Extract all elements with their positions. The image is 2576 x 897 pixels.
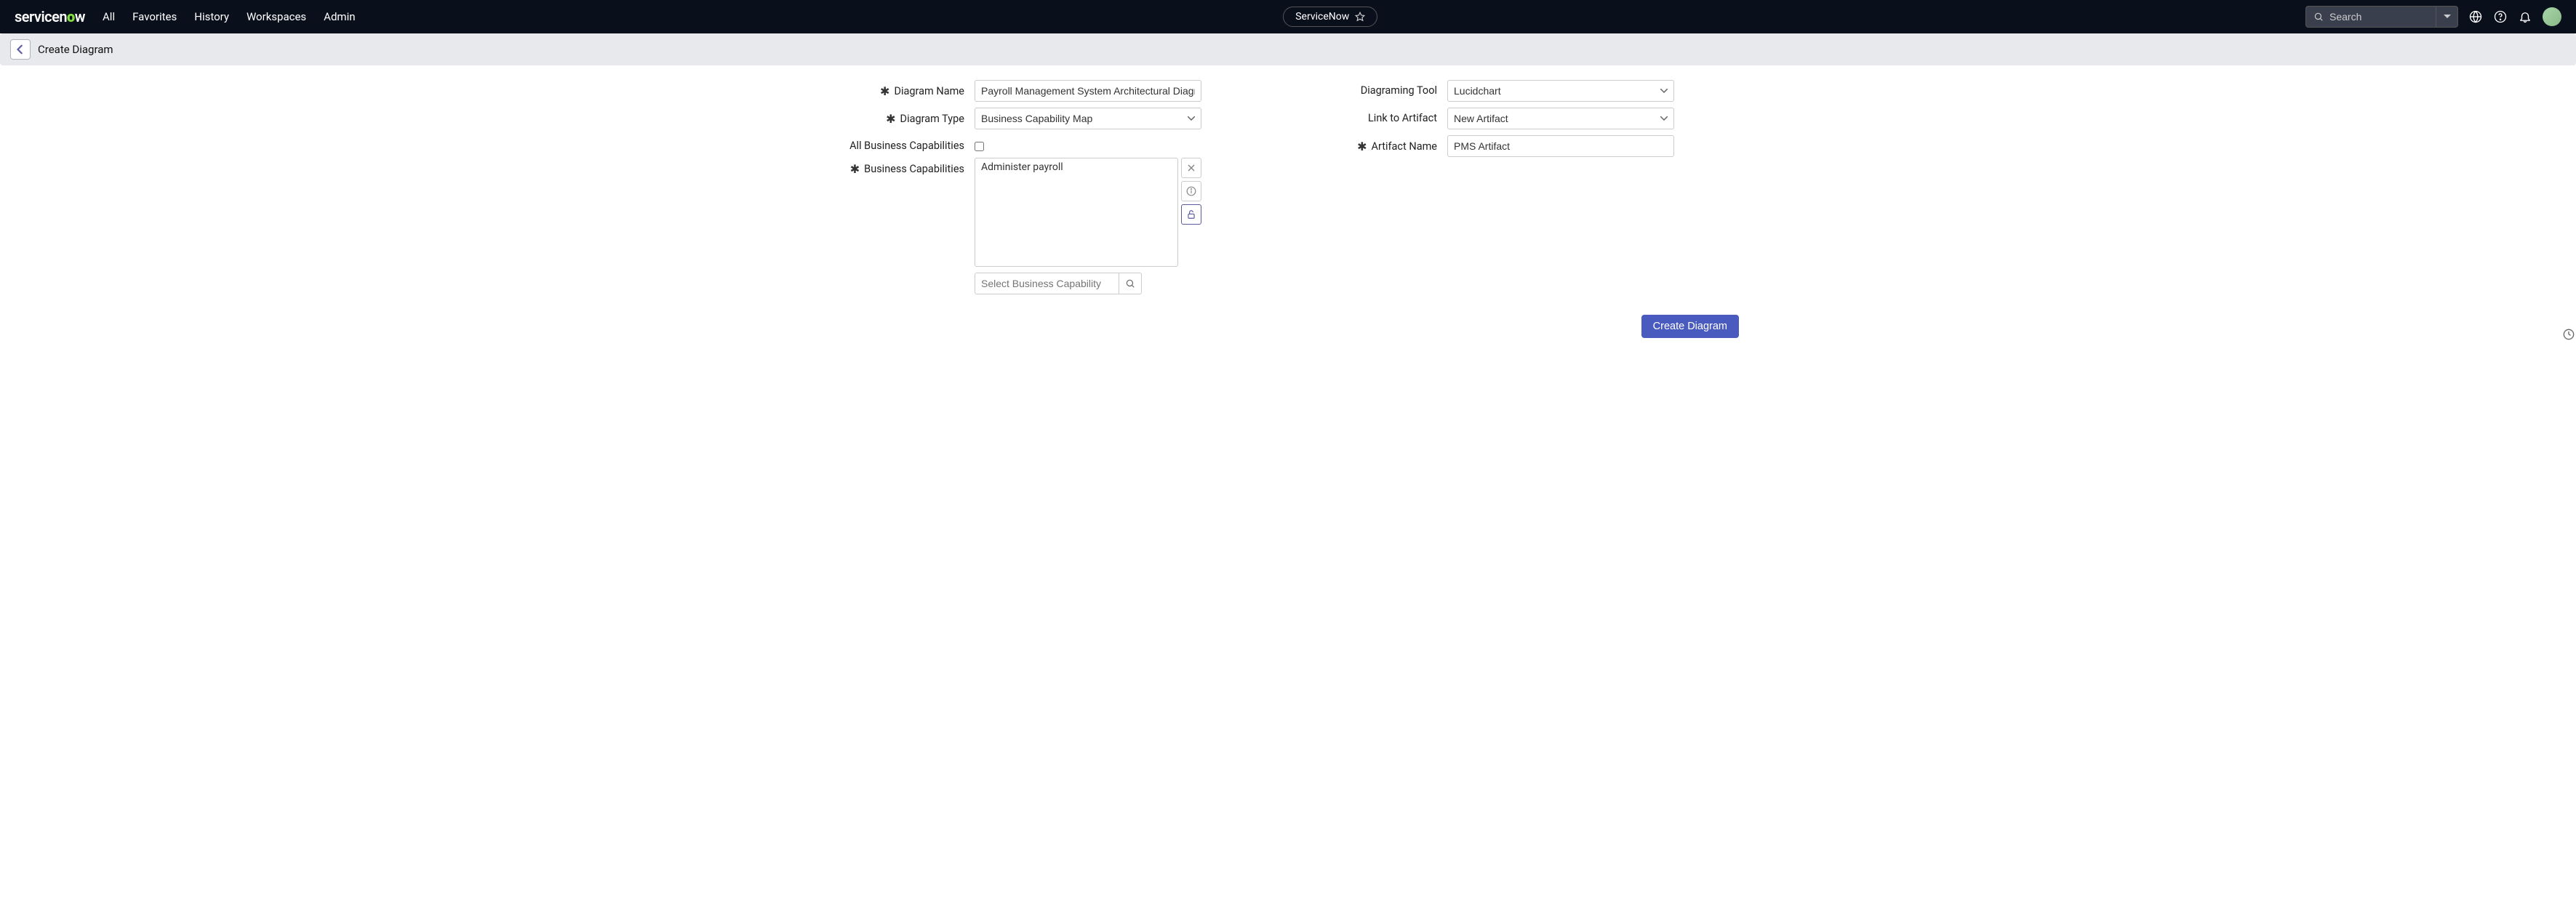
context-pill-label: ServiceNow [1295,11,1349,23]
diagram-name-input[interactable] [975,80,1201,102]
nav-link-all[interactable]: All [103,10,115,23]
row-diagram-type: ✱ Diagram Type Business Capability Map [837,108,1266,129]
search-filter-button[interactable] [2436,6,2458,28]
row-link-artifact: Link to Artifact New Artifact [1310,108,1739,129]
form-left-column: ✱ Diagram Name ✱ Diagram Type Business C… [837,80,1266,300]
label-all-caps: All Business Capabilities [837,135,964,152]
form-right-column: Diagraming Tool Lucidchart Link to Artif… [1310,80,1739,300]
capability-lookup-button[interactable] [1119,273,1142,294]
globe-icon[interactable] [2468,9,2483,24]
star-icon[interactable] [1355,12,1365,22]
global-search[interactable] [2305,6,2436,28]
submit-row: Create Diagram [808,315,1768,338]
required-icon: ✱ [1357,140,1367,153]
logo-text-o: o [67,8,75,25]
artifact-name-input[interactable] [1447,135,1674,157]
logo-text-post: w [75,8,85,25]
search-wrap [2305,6,2458,28]
back-button[interactable] [10,39,31,60]
create-diagram-button[interactable]: Create Diagram [1641,315,1739,338]
subheader: Create Diagram [0,33,2576,65]
nav-link-history[interactable]: History [194,10,229,23]
nav-center: ServiceNow [373,7,2288,27]
capability-lookup-input[interactable] [975,273,1119,294]
label-text: Business Capabilities [864,163,964,175]
avatar[interactable] [2543,7,2561,26]
label-business-caps: ✱ Business Capabilities [837,158,964,176]
all-capabilities-checkbox[interactable] [975,142,984,151]
label-text: Diagram Type [900,113,964,125]
row-business-caps: ✱ Business Capabilities Administer payro… [837,158,1266,294]
label-text: Diagram Name [894,85,964,97]
label-diagram-type: ✱ Diagram Type [837,108,964,126]
diagram-type-select[interactable]: Business Capability Map [975,108,1201,129]
context-pill[interactable]: ServiceNow [1283,7,1377,27]
label-text: Link to Artifact [1368,112,1437,124]
info-button[interactable] [1181,181,1201,201]
required-icon: ✱ [886,112,895,126]
logo[interactable]: servicenow [15,8,85,25]
lock-button[interactable] [1181,204,1201,225]
nav-right [2305,6,2561,28]
label-diagraming-tool: Diagraming Tool [1310,80,1437,97]
help-icon[interactable] [2493,9,2508,24]
label-text: Diagraming Tool [1361,84,1437,97]
search-input[interactable] [2329,11,2428,23]
capability-lookup [975,273,1142,294]
nav-link-admin[interactable]: Admin [324,10,355,23]
side-panel-toggle[interactable] [2563,329,2575,340]
page-title: Create Diagram [38,43,113,56]
nav-link-workspaces[interactable]: Workspaces [247,10,306,23]
business-capabilities-list[interactable]: Administer payroll [975,158,1178,267]
remove-item-button[interactable] [1181,158,1201,178]
list-side-buttons [1181,158,1201,267]
form-container: ✱ Diagram Name ✱ Diagram Type Business C… [808,65,1768,315]
search-icon [2313,12,2324,22]
list-item[interactable]: Administer payroll [981,161,1172,173]
row-all-caps: All Business Capabilities [837,135,1266,152]
link-artifact-select[interactable]: New Artifact [1447,108,1674,129]
top-nav: servicenow All Favorites History Workspa… [0,0,2576,33]
required-icon: ✱ [880,84,889,98]
label-link-artifact: Link to Artifact [1310,108,1437,124]
logo-text-pre: servicen [15,8,67,25]
row-artifact-name: ✱ Artifact Name [1310,135,1739,157]
nav-links: All Favorites History Workspaces Admin [103,10,356,23]
diagraming-tool-select[interactable]: Lucidchart [1447,80,1674,102]
nav-link-favorites[interactable]: Favorites [132,10,177,23]
label-diagram-name: ✱ Diagram Name [837,80,964,98]
label-text: Artifact Name [1372,140,1438,153]
row-diagraming-tool: Diagraming Tool Lucidchart [1310,80,1739,102]
label-text: All Business Capabilities [849,140,964,152]
row-diagram-name: ✱ Diagram Name [837,80,1266,102]
label-artifact-name: ✱ Artifact Name [1310,135,1437,153]
required-icon: ✱ [850,162,860,176]
bell-icon[interactable] [2518,9,2532,24]
